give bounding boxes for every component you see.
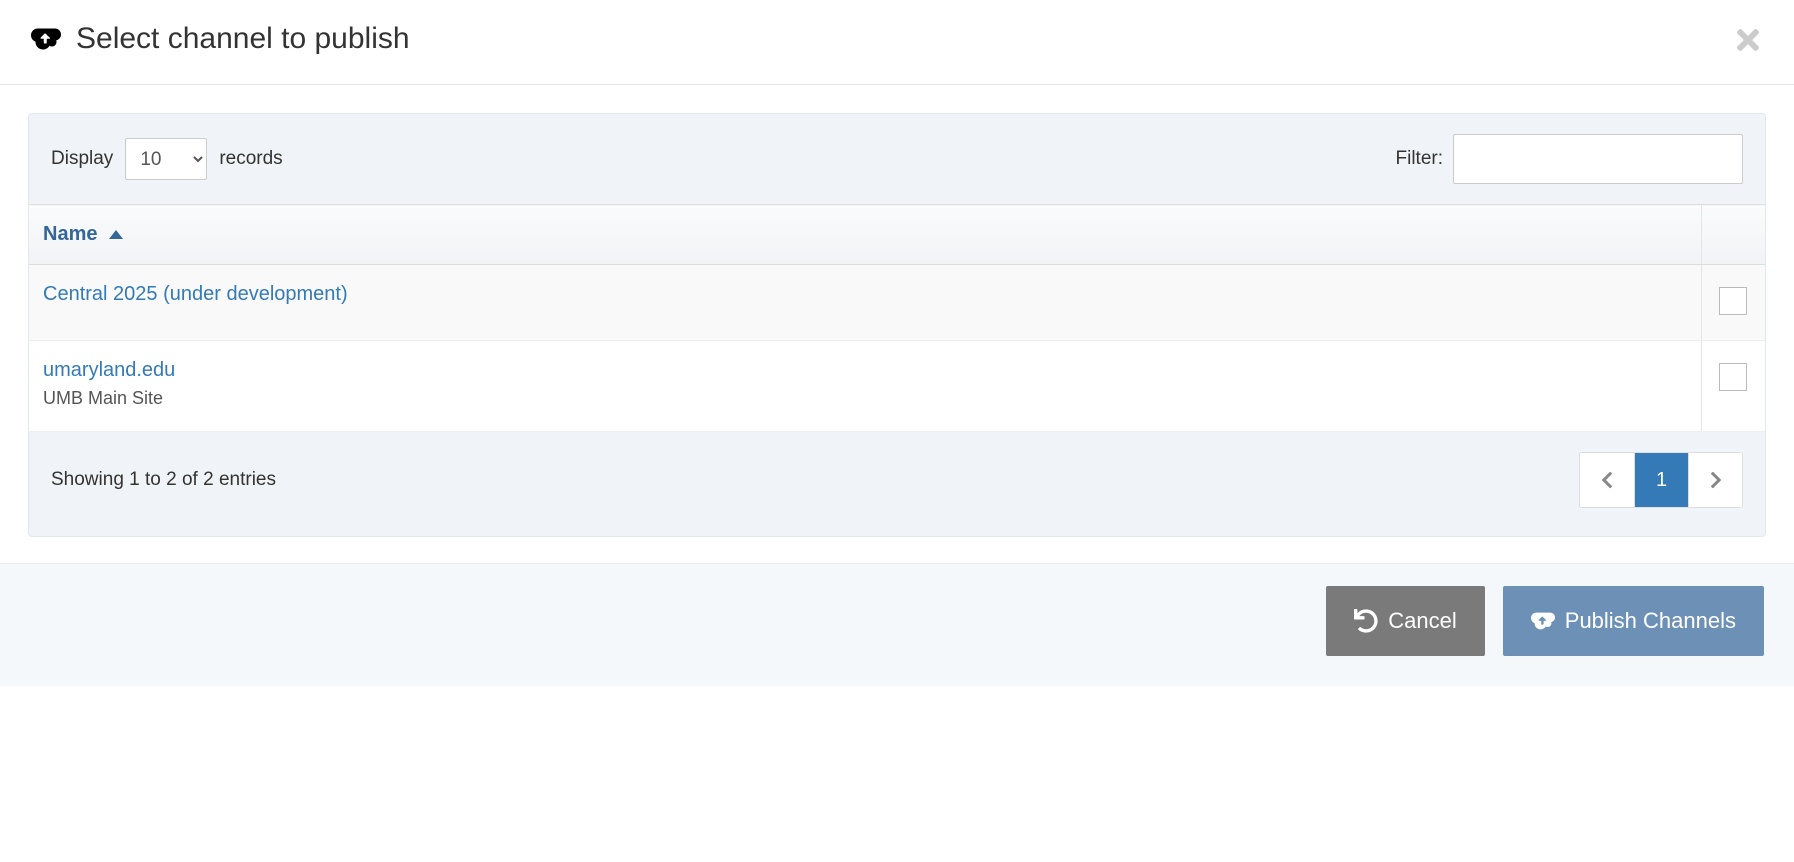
panel-footer: Showing 1 to 2 of 2 entries 1 <box>29 432 1765 536</box>
publish-button-label: Publish Channels <box>1565 608 1736 634</box>
table-row: umaryland.edu UMB Main Site <box>29 341 1765 432</box>
page-number-button[interactable]: 1 <box>1634 453 1688 507</box>
channel-link[interactable]: Central 2025 (under development) <box>43 283 348 305</box>
entries-info: Showing 1 to 2 of 2 entries <box>51 469 276 491</box>
table-header-row: Name <box>29 205 1765 265</box>
row-checkbox[interactable] <box>1719 363 1747 391</box>
channel-link[interactable]: umaryland.edu <box>43 359 175 381</box>
display-records-select[interactable]: 10 <box>125 138 207 180</box>
panel-controls: Display 10 records Filter: <box>29 114 1765 204</box>
cloud-upload-icon <box>30 27 62 51</box>
records-label: records <box>219 148 282 170</box>
modal-title: Select channel to publish <box>30 22 410 56</box>
filter-group: Filter: <box>1396 134 1744 184</box>
modal-header: Select channel to publish <box>0 0 1794 85</box>
channel-subtitle: UMB Main Site <box>43 388 1687 409</box>
chevron-right-icon <box>1710 470 1722 490</box>
display-records-group: Display 10 records <box>51 138 283 180</box>
filter-label: Filter: <box>1396 148 1444 170</box>
table-row: Central 2025 (under development) <box>29 265 1765 341</box>
cloud-upload-icon <box>1531 609 1555 633</box>
modal-title-text: Select channel to publish <box>76 22 410 56</box>
column-header-name[interactable]: Name <box>29 205 1701 265</box>
publish-channel-modal: Select channel to publish Display 10 rec… <box>0 0 1794 686</box>
page-next-button[interactable] <box>1688 453 1742 507</box>
channel-panel: Display 10 records Filter: Name <box>28 113 1766 537</box>
close-icon[interactable] <box>1732 24 1764 56</box>
row-checkbox[interactable] <box>1719 287 1747 315</box>
publish-channels-button[interactable]: Publish Channels <box>1503 586 1764 656</box>
channels-table: Name Central 2025 (under development) um… <box>29 204 1765 432</box>
pagination: 1 <box>1579 452 1743 508</box>
column-header-select <box>1701 205 1765 265</box>
undo-icon <box>1354 609 1378 633</box>
modal-footer: Cancel Publish Channels <box>0 563 1794 686</box>
cancel-button[interactable]: Cancel <box>1326 586 1484 656</box>
display-label: Display <box>51 148 113 170</box>
chevron-left-icon <box>1601 470 1613 490</box>
page-prev-button[interactable] <box>1580 453 1634 507</box>
filter-input[interactable] <box>1453 134 1743 184</box>
sort-asc-icon <box>109 230 123 239</box>
cancel-button-label: Cancel <box>1388 608 1456 634</box>
